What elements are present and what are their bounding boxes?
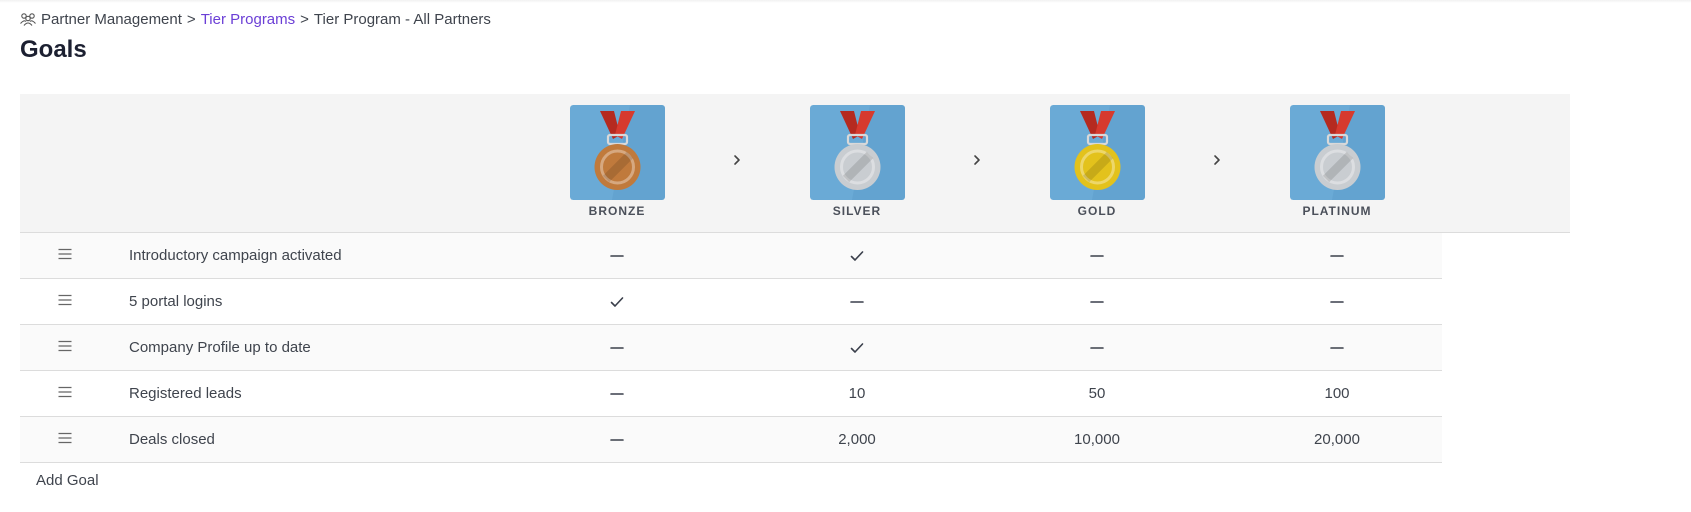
breadcrumb-tier-programs-link[interactable]: Tier Programs <box>201 11 295 28</box>
goal-value-gold <box>1017 279 1177 324</box>
dash-icon <box>1330 301 1344 303</box>
goal-value-bronze <box>537 325 697 370</box>
drag-handle-icon[interactable] <box>58 340 72 352</box>
gold-medal-icon <box>1049 105 1145 200</box>
goal-value-silver <box>777 233 937 278</box>
dash-icon <box>1330 255 1344 257</box>
dash-icon <box>610 347 624 349</box>
tier-label: BRONZE <box>588 204 646 218</box>
breadcrumb: Partner Management > Tier Programs > Tie… <box>19 9 491 29</box>
silver-medal-icon <box>809 105 905 200</box>
goal-name: Company Profile up to date <box>129 339 311 356</box>
goal-name: Introductory campaign activated <box>129 247 342 264</box>
dash-icon <box>610 255 624 257</box>
goal-name: Deals closed <box>129 431 215 448</box>
goal-value-platinum <box>1257 325 1417 370</box>
goal-value-platinum: 100 <box>1324 385 1350 402</box>
chevron-right-icon <box>969 152 985 168</box>
tier-silver[interactable]: SILVER <box>797 105 917 218</box>
check-icon <box>850 343 864 353</box>
dash-icon <box>610 393 624 395</box>
tier-bronze[interactable]: BRONZE <box>557 105 677 218</box>
goal-row[interactable]: 5 portal logins <box>20 279 1442 325</box>
page-title: Goals <box>20 36 87 63</box>
drag-handle-icon[interactable] <box>58 294 72 306</box>
dash-icon <box>1090 255 1104 257</box>
breadcrumb-separator: > <box>186 10 196 28</box>
goal-value-silver: 10 <box>848 385 866 402</box>
add-goal-button[interactable]: Add Goal <box>36 472 99 489</box>
goal-value-gold <box>1017 233 1177 278</box>
goal-value-gold: 10,000 <box>1074 431 1120 448</box>
tier-header: BRONZE SILVER GOLD PLATINUM <box>20 94 1570 233</box>
chevron-right-icon <box>729 152 745 168</box>
goal-value-bronze <box>537 279 697 324</box>
drag-handle-icon[interactable] <box>58 386 72 398</box>
breadcrumb-separator: > <box>300 10 309 28</box>
partners-icon <box>20 13 36 26</box>
goal-value-silver <box>777 279 937 324</box>
check-icon <box>610 297 624 307</box>
dash-icon <box>1330 347 1344 349</box>
platinum-medal-icon <box>1289 105 1385 200</box>
drag-handle-icon[interactable] <box>58 432 72 444</box>
goal-value-bronze <box>537 233 697 278</box>
goal-value-gold <box>1017 325 1177 370</box>
dash-icon <box>1090 301 1104 303</box>
tier-label: SILVER <box>832 204 882 218</box>
tier-label: GOLD <box>1077 204 1117 218</box>
goal-value-bronze <box>537 371 697 416</box>
goal-row[interactable]: Introductory campaign activated <box>20 233 1442 279</box>
goal-row[interactable]: Company Profile up to date <box>20 325 1442 371</box>
chevron-right-icon <box>1209 152 1225 168</box>
tier-label: PLATINUM <box>1302 204 1372 218</box>
tier-gold[interactable]: GOLD <box>1037 105 1157 218</box>
check-icon <box>850 251 864 261</box>
goal-value-platinum <box>1257 279 1417 324</box>
dash-icon <box>1090 347 1104 349</box>
goal-value-gold: 50 <box>1088 385 1106 402</box>
goal-value-platinum: 20,000 <box>1314 431 1360 448</box>
goal-value-silver <box>777 325 937 370</box>
top-shadow <box>0 0 1691 3</box>
goal-row[interactable]: Registered leads 10 50 100 <box>20 371 1442 417</box>
tier-platinum[interactable]: PLATINUM <box>1277 105 1397 218</box>
drag-handle-icon[interactable] <box>58 248 72 260</box>
breadcrumb-current: Tier Program - All Partners <box>313 10 491 28</box>
goal-name: 5 portal logins <box>129 293 223 310</box>
bronze-medal-icon <box>569 105 665 200</box>
goal-name: Registered leads <box>129 385 242 402</box>
dash-icon <box>850 301 864 303</box>
goal-value-bronze <box>537 417 697 462</box>
dash-icon <box>610 439 624 441</box>
breadcrumb-root[interactable]: Partner Management <box>41 11 182 28</box>
goal-value-silver: 2,000 <box>838 431 876 448</box>
goal-value-platinum <box>1257 233 1417 278</box>
goal-row[interactable]: Deals closed 2,000 10,000 20,000 <box>20 417 1442 463</box>
